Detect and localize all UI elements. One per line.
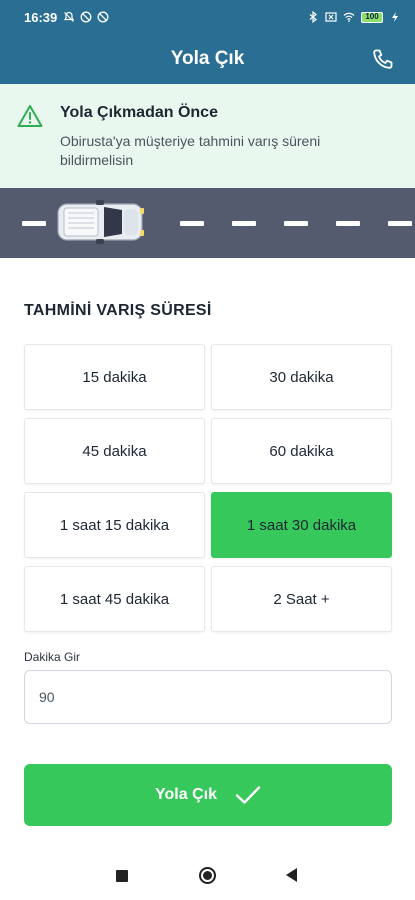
road-dash bbox=[388, 221, 412, 226]
road-banner bbox=[0, 188, 415, 258]
phone-icon[interactable] bbox=[371, 47, 395, 71]
recents-square-icon[interactable] bbox=[116, 870, 128, 882]
eta-option[interactable]: 1 saat 15 dakika bbox=[24, 492, 205, 558]
warning-triangle-icon bbox=[17, 105, 43, 127]
bluetooth-icon bbox=[309, 11, 317, 23]
alert-heading: Yola Çıkmadan Önce bbox=[60, 104, 218, 121]
eta-option-selected[interactable]: 1 saat 30 dakika bbox=[211, 492, 392, 558]
eta-section-title: TAHMİNİ VARIŞ SÜRESİ bbox=[24, 302, 212, 319]
alert-message: Obirusta'ya müşteriye tahmini varış süre… bbox=[60, 133, 321, 168]
x-box-icon bbox=[325, 12, 337, 22]
road-dash bbox=[180, 221, 204, 226]
eta-option[interactable]: 30 dakika bbox=[211, 344, 392, 410]
road-dash bbox=[232, 221, 256, 226]
eta-option[interactable]: 15 dakika bbox=[24, 344, 205, 410]
wifi-icon bbox=[343, 12, 355, 22]
no-signal-icon bbox=[80, 11, 92, 23]
car-icon bbox=[57, 200, 144, 244]
eta-option[interactable]: 60 dakika bbox=[211, 418, 392, 484]
home-circle-icon[interactable] bbox=[199, 867, 216, 884]
road-dash bbox=[284, 221, 308, 226]
road-dash bbox=[22, 221, 46, 226]
eta-options-grid: 15 dakika 30 dakika 45 dakika 60 dakika … bbox=[24, 344, 392, 632]
eta-option[interactable]: 2 Saat + bbox=[211, 566, 392, 632]
status-time: 16:39 bbox=[24, 9, 58, 25]
minutes-input-label: Dakika Gir bbox=[24, 650, 81, 664]
start-journey-label: Yola Çık bbox=[155, 786, 217, 803]
info-alert: Yola Çıkmadan Önce Obirusta'ya müşteriye… bbox=[0, 84, 415, 188]
status-bar: 16:39 100 bbox=[0, 0, 415, 34]
back-triangle-icon[interactable] bbox=[286, 868, 297, 882]
road-dash bbox=[336, 221, 360, 226]
checkmark-icon bbox=[235, 786, 261, 804]
charging-icon bbox=[392, 12, 398, 22]
minutes-input[interactable]: 90 bbox=[24, 670, 392, 724]
battery-level: 100 bbox=[361, 11, 383, 23]
eta-option[interactable]: 1 saat 45 dakika bbox=[24, 566, 205, 632]
system-nav-bar bbox=[0, 850, 415, 900]
mute-bell-icon bbox=[64, 11, 75, 22]
start-journey-button[interactable]: Yola Çık bbox=[24, 764, 392, 826]
eta-option[interactable]: 45 dakika bbox=[24, 418, 205, 484]
no-signal-icon bbox=[97, 11, 109, 23]
battery-icon: 100 bbox=[361, 11, 383, 23]
minutes-input-value: 90 bbox=[39, 689, 55, 705]
app-bar: Yola Çık bbox=[0, 34, 415, 84]
page-title: Yola Çık bbox=[170, 48, 245, 69]
